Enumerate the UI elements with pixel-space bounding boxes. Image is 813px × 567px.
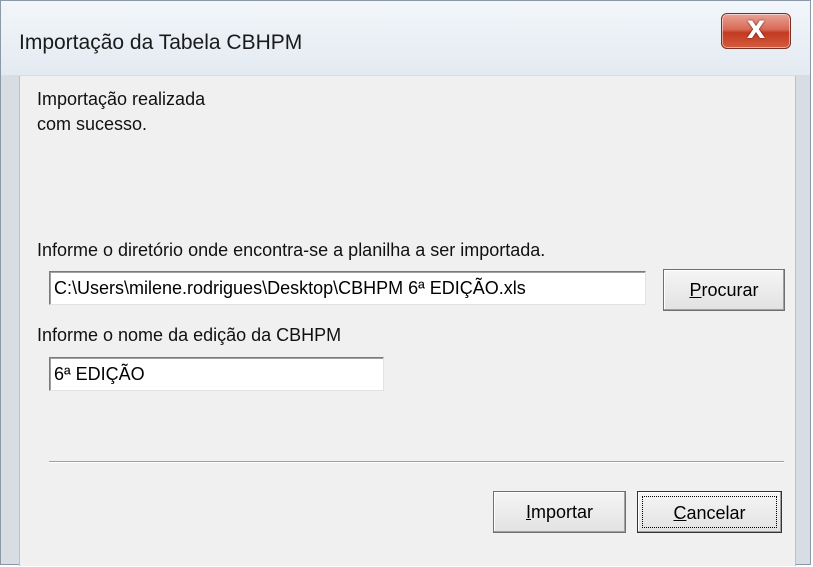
directory-label: Informe o diretório onde encontra-se a p… — [37, 240, 546, 260]
edition-label: Informe o nome da edição da CBHPM — [37, 325, 342, 345]
close-icon: X — [746, 16, 766, 44]
cancel-button-accelerator: C — [673, 503, 687, 523]
separator-line — [49, 461, 784, 463]
directory-path-input[interactable]: C:\Users\milene.rodrigues\Desktop\CBHPM … — [49, 271, 646, 305]
status-message-line-1: Importação realizada — [37, 89, 206, 109]
close-button[interactable]: X — [721, 13, 791, 49]
window-title: Importação da Tabela CBHPM — [19, 31, 303, 54]
browse-button[interactable]: Procurar — [663, 269, 785, 311]
import-button[interactable]: Importar — [493, 491, 626, 533]
cancel-button-label: ancelar — [686, 503, 746, 523]
cancel-button[interactable]: Cancelar — [637, 491, 782, 533]
edition-name-input[interactable]: 6ª EDIÇÃO — [49, 357, 384, 391]
title-bar[interactable]: Importação da Tabela CBHPM X — [1, 1, 810, 75]
browse-button-accelerator: P — [689, 280, 702, 300]
dialog-client-area: Importação realizada com sucesso. Inform… — [19, 76, 796, 566]
import-dialog-window: Importação da Tabela CBHPM X Importação … — [0, 0, 811, 566]
status-message-line-2: com sucesso. — [37, 114, 148, 134]
import-button-label: mportar — [531, 502, 594, 522]
focus-rectangle: Cancelar — [642, 496, 777, 528]
browse-button-label: rocurar — [701, 280, 759, 300]
